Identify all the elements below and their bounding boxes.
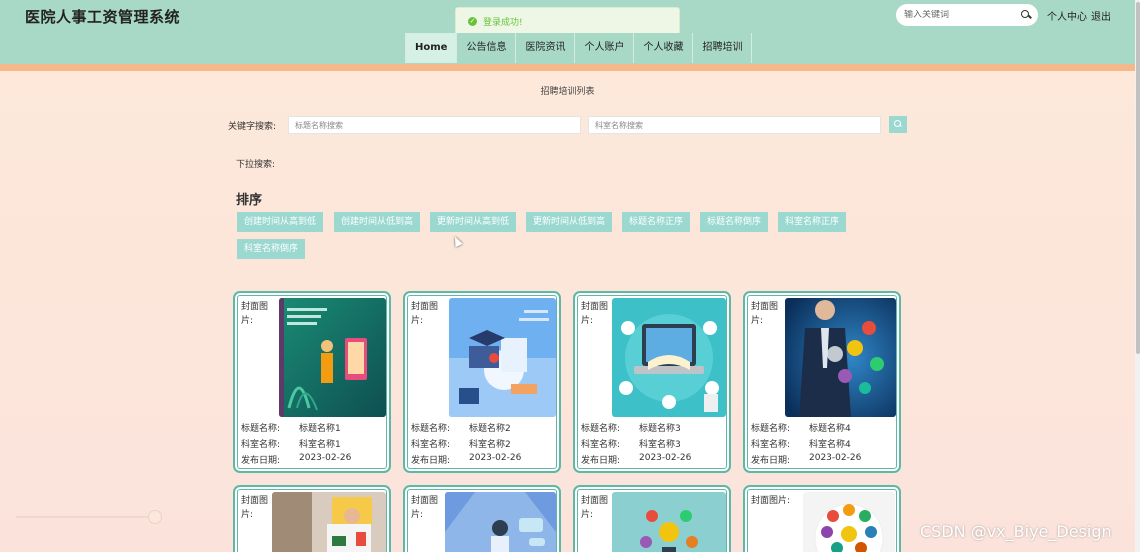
cover-image: [785, 298, 896, 417]
title-value: 标题名称1: [299, 424, 341, 434]
date-label: 发布日期:: [411, 456, 451, 466]
slider-handle[interactable]: [148, 510, 162, 524]
nav-hospital-news[interactable]: 医院资讯: [516, 33, 576, 63]
cover-image: [612, 492, 726, 552]
title-label: 标题名称:: [241, 424, 281, 434]
watermark: CSDN @vx_Biye_Design: [920, 522, 1112, 541]
dept-label: 科室名称:: [411, 440, 451, 450]
card-dept-row: 科室名称: 科室名称2: [411, 437, 511, 450]
card-date-row: 发布日期: 2023-02-26: [751, 453, 861, 466]
training-card[interactable]: 封面图片:: [743, 485, 901, 552]
mouse-cursor: [451, 234, 463, 248]
training-card[interactable]: 封面图片: 标题名称: 标题名称4 科室名称: 科室名称4 发布日期: 2023…: [743, 291, 901, 473]
date-label: 发布日期:: [581, 456, 621, 466]
sort-created-asc-button[interactable]: 创建时间从低到高: [334, 212, 421, 232]
nav-favorites[interactable]: 个人收藏: [634, 33, 694, 63]
dept-value: 科室名称4: [809, 440, 851, 450]
cover-image: [279, 298, 386, 417]
toast-message: 登录成功!: [483, 17, 523, 28]
training-card[interactable]: 封面图片:: [573, 485, 731, 552]
sort-title-desc-button[interactable]: 标题名称倒序: [700, 212, 769, 232]
cover-image: [272, 492, 386, 552]
cover-image-label: 封面图片:: [411, 496, 439, 520]
dept-label: 科室名称:: [751, 440, 791, 450]
title-search-input[interactable]: [288, 116, 581, 134]
card-date-row: 发布日期: 2023-02-26: [411, 453, 521, 466]
card-dept-row: 科室名称: 科室名称3: [581, 437, 681, 450]
card-dept-row: 科室名称: 科室名称1: [241, 437, 341, 450]
date-value: 2023-02-26: [299, 453, 352, 463]
dept-label: 科室名称:: [241, 440, 281, 450]
nav-home[interactable]: Home: [405, 33, 458, 63]
card-date-row: 发布日期: 2023-02-26: [241, 453, 351, 466]
nav-announcements[interactable]: 公告信息: [457, 33, 517, 63]
training-card[interactable]: 封面图片: 标题名称: 标题名称3 科室名称: 科室名称3 发布日期: 2023…: [573, 291, 731, 473]
training-card[interactable]: 封面图片:: [233, 485, 391, 552]
logout-link[interactable]: 退出: [1091, 8, 1111, 23]
date-value: 2023-02-26: [639, 453, 692, 463]
cover-image-label: 封面图片:: [751, 496, 791, 506]
training-card[interactable]: 封面图片:: [403, 485, 561, 552]
sort-dept-asc-button[interactable]: 科室名称正序: [778, 212, 847, 232]
card-title-row: 标题名称: 标题名称2: [411, 421, 511, 434]
cover-image: [612, 298, 726, 417]
card-title-row: 标题名称: 标题名称3: [581, 421, 681, 434]
slider-track[interactable]: [16, 516, 154, 518]
header-search-box: [896, 4, 1038, 26]
cover-image-label: 封面图片:: [241, 302, 269, 326]
cover-image: [803, 492, 895, 552]
date-label: 发布日期:: [241, 456, 281, 466]
sort-updated-desc-button[interactable]: 更新时间从高到低: [430, 212, 517, 232]
dept-label: 科室名称:: [581, 440, 621, 450]
training-card[interactable]: 封面图片: 标题名称: 标题名称1 科室名称: 科室名称1 发布日期: 2023…: [233, 291, 391, 473]
title-label: 标题名称:: [581, 424, 621, 434]
dept-search-input[interactable]: [588, 116, 881, 134]
dropdown-search-label: 下拉搜索:: [236, 160, 276, 170]
title-value: 标题名称4: [809, 424, 851, 434]
check-icon: ✓: [468, 16, 477, 26]
card-title-row: 标题名称: 标题名称4: [751, 421, 851, 434]
main-nav: Home 公告信息 医院资讯 个人账户 个人收藏 招聘培训: [405, 33, 753, 63]
site-title: 医院人事工资管理系统: [25, 8, 181, 26]
card-dept-row: 科室名称: 科室名称4: [751, 437, 851, 450]
card-date-row: 发布日期: 2023-02-26: [581, 453, 691, 466]
cover-image-label: 封面图片:: [751, 302, 779, 326]
title-label: 标题名称:: [751, 424, 791, 434]
title-value: 标题名称3: [639, 424, 681, 434]
training-card[interactable]: 封面图片: 标题名称: 标题名称2 科室名称: 科室名称2 发布日期: 2023…: [403, 291, 561, 473]
sort-dept-desc-button[interactable]: 科室名称倒序: [237, 239, 306, 259]
login-success-toast: ✓ 登录成功!: [455, 7, 680, 35]
dept-value: 科室名称1: [299, 440, 341, 450]
keyword-search-label: 关键字搜索:: [228, 122, 277, 132]
title-value: 标题名称2: [469, 424, 511, 434]
scrollbar-thumb[interactable]: [1136, 2, 1140, 354]
date-value: 2023-02-26: [469, 453, 522, 463]
card-title-row: 标题名称: 标题名称1: [241, 421, 341, 434]
header-accent-bar: [0, 64, 1140, 71]
dept-value: 科室名称2: [469, 440, 511, 450]
header-search-input[interactable]: [904, 10, 1020, 20]
sort-updated-asc-button[interactable]: 更新时间从低到高: [526, 212, 613, 232]
page-heading: 招聘培训列表: [540, 87, 595, 97]
cover-image: [445, 492, 556, 552]
date-value: 2023-02-26: [809, 453, 862, 463]
sort-title-asc-button[interactable]: 标题名称正序: [622, 212, 691, 232]
sort-title: 排序: [236, 193, 263, 208]
nav-personal-account[interactable]: 个人账户: [575, 33, 635, 63]
search-icon: [893, 119, 903, 129]
title-label: 标题名称:: [411, 424, 451, 434]
search-button[interactable]: [889, 116, 907, 133]
nav-recruitment-training[interactable]: 招聘培训: [693, 33, 753, 63]
dept-value: 科室名称3: [639, 440, 681, 450]
date-label: 发布日期:: [751, 456, 791, 466]
cover-image-label: 封面图片:: [411, 302, 439, 326]
user-center-link[interactable]: 个人中心: [1047, 8, 1087, 23]
cover-image: [449, 298, 556, 417]
search-icon[interactable]: [1020, 9, 1032, 21]
sort-created-desc-button[interactable]: 创建时间从高到低: [237, 212, 324, 232]
